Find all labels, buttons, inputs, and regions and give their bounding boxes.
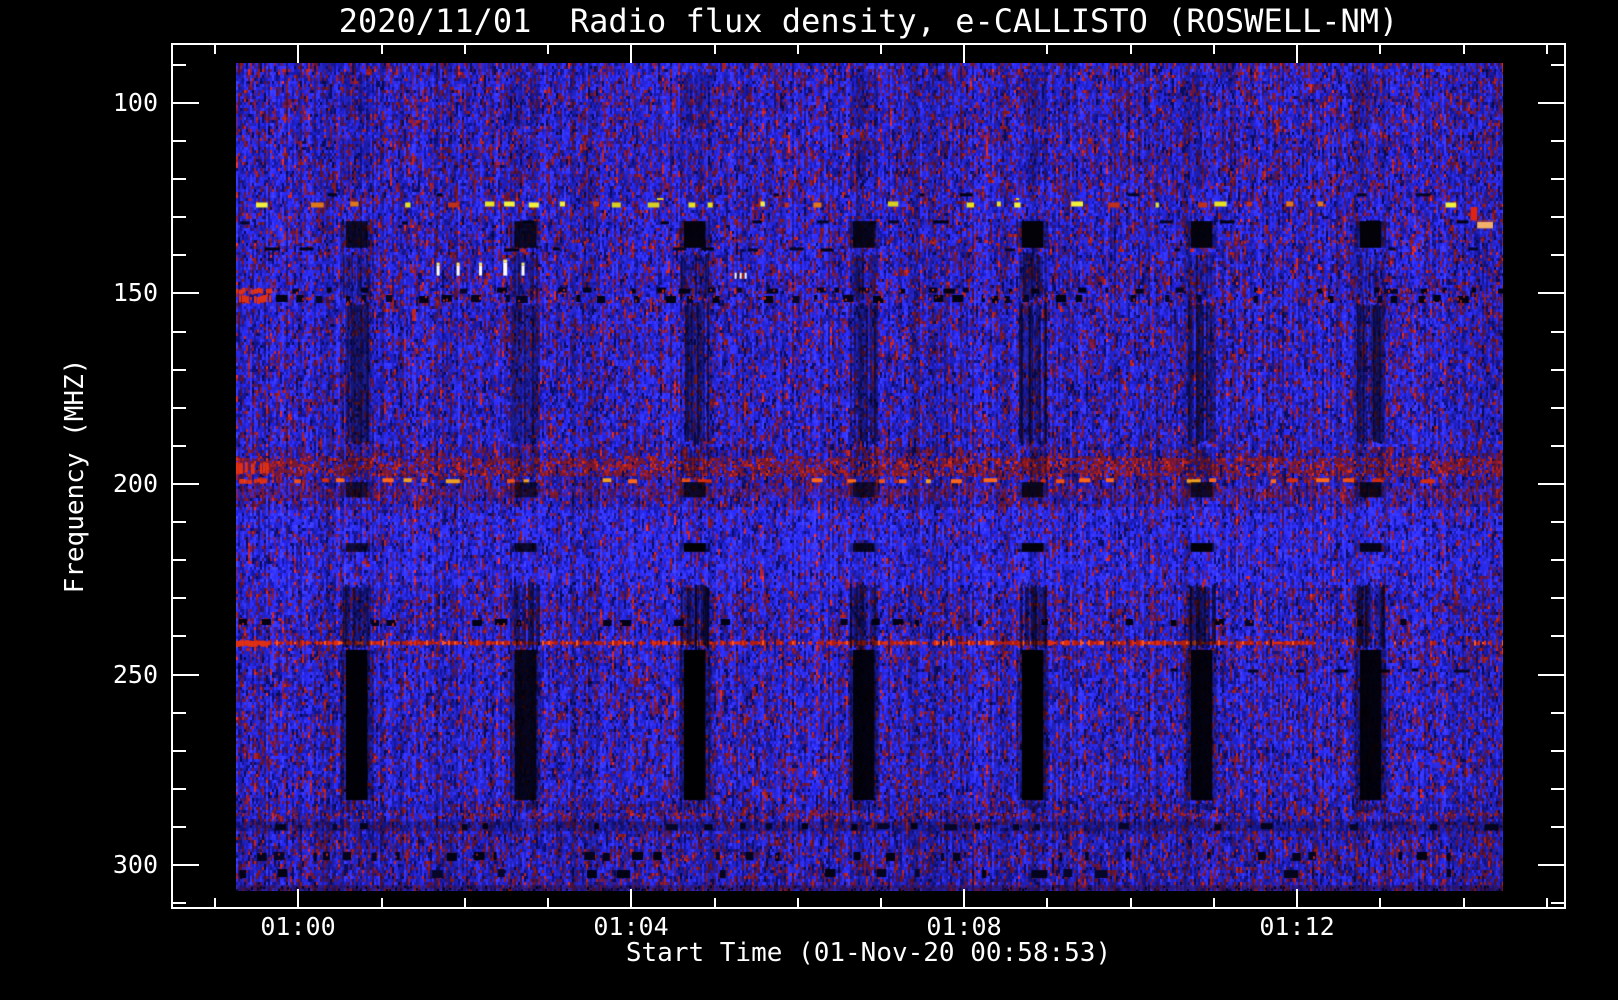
x-minor-tick [464,898,466,907]
x-minor-tick [1046,898,1048,907]
y-minor-tick [1551,826,1564,828]
x-minor-tick [1046,45,1048,54]
y-major-tick [173,292,199,294]
y-minor-tick [1551,712,1564,714]
y-minor-tick [173,635,186,637]
x-minor-tick [1546,45,1548,54]
x-minor-tick [880,898,882,907]
y-minor-tick [1551,902,1564,904]
y-minor-tick [173,369,186,371]
y-major-tick [173,102,199,104]
y-minor-tick [1551,178,1564,180]
y-tick-label: 250 [112,660,158,689]
x-major-tick [630,889,632,907]
y-minor-tick [1551,559,1564,561]
y-minor-tick [173,216,186,218]
x-minor-tick [1379,45,1381,54]
y-axis-label: Frequency (MHZ) [60,358,90,594]
x-major-tick [297,45,299,63]
x-minor-tick [1130,898,1132,907]
x-minor-tick [1463,898,1465,907]
y-major-tick [1538,864,1564,866]
y-minor-tick [1551,64,1564,66]
x-minor-tick [797,45,799,54]
x-minor-tick [1546,898,1548,907]
x-major-tick [297,889,299,907]
x-minor-tick [214,45,216,54]
y-minor-tick [173,826,186,828]
y-tick-label: 200 [112,469,158,498]
y-minor-tick [173,331,186,333]
x-minor-tick [714,898,716,907]
y-minor-tick [173,445,186,447]
y-major-tick [1538,292,1564,294]
y-minor-tick [173,64,186,66]
y-minor-tick [1551,521,1564,523]
y-minor-tick [173,254,186,256]
y-major-tick [173,483,199,485]
x-minor-tick [381,898,383,907]
y-minor-tick [173,750,186,752]
y-minor-tick [1551,369,1564,371]
x-minor-tick [797,898,799,907]
y-minor-tick [173,140,186,142]
x-major-tick [630,45,632,63]
y-minor-tick [173,712,186,714]
y-tick-label: 150 [112,278,158,307]
x-tick-label: 01:12 [1259,912,1335,941]
spectrogram-plot: 2020/11/01 Radio flux density, e-CALLIST… [0,0,1618,1000]
y-minor-tick [173,902,186,904]
x-major-tick [963,889,965,907]
x-minor-tick [1213,45,1215,54]
x-minor-tick [464,45,466,54]
y-minor-tick [1551,750,1564,752]
x-minor-tick [1213,898,1215,907]
y-major-tick [1538,483,1564,485]
x-minor-tick [214,898,216,907]
y-minor-tick [1551,597,1564,599]
y-minor-tick [173,559,186,561]
y-major-tick [173,864,199,866]
y-minor-tick [173,788,186,790]
x-minor-tick [1379,898,1381,907]
x-tick-label: 01:04 [593,912,669,941]
y-minor-tick [1551,331,1564,333]
x-minor-tick [547,898,549,907]
y-tick-label: 300 [112,850,158,879]
y-minor-tick [173,597,186,599]
x-tick-label: 01:00 [260,912,336,941]
x-minor-tick [381,45,383,54]
x-major-tick [963,45,965,63]
x-major-tick [1296,889,1298,907]
plot-title: 2020/11/01 Radio flux density, e-CALLIST… [338,2,1399,40]
y-minor-tick [1551,445,1564,447]
y-minor-tick [1551,407,1564,409]
x-minor-tick [714,45,716,54]
y-major-tick [173,674,199,676]
x-minor-tick [1463,45,1465,54]
y-minor-tick [1551,216,1564,218]
y-minor-tick [173,521,186,523]
x-minor-tick [880,45,882,54]
y-tick-label: 100 [112,88,158,117]
x-minor-tick [1130,45,1132,54]
y-major-tick [1538,674,1564,676]
y-minor-tick [173,407,186,409]
x-minor-tick [547,45,549,54]
y-minor-tick [1551,140,1564,142]
y-minor-tick [1551,788,1564,790]
y-major-tick [1538,102,1564,104]
x-major-tick [1296,45,1298,63]
y-minor-tick [1551,254,1564,256]
x-axis-label: Start Time (01-Nov-20 00:58:53) [625,938,1112,968]
spectrogram-image [236,63,1503,891]
y-minor-tick [173,178,186,180]
y-minor-tick [1551,635,1564,637]
x-tick-label: 01:08 [926,912,1002,941]
